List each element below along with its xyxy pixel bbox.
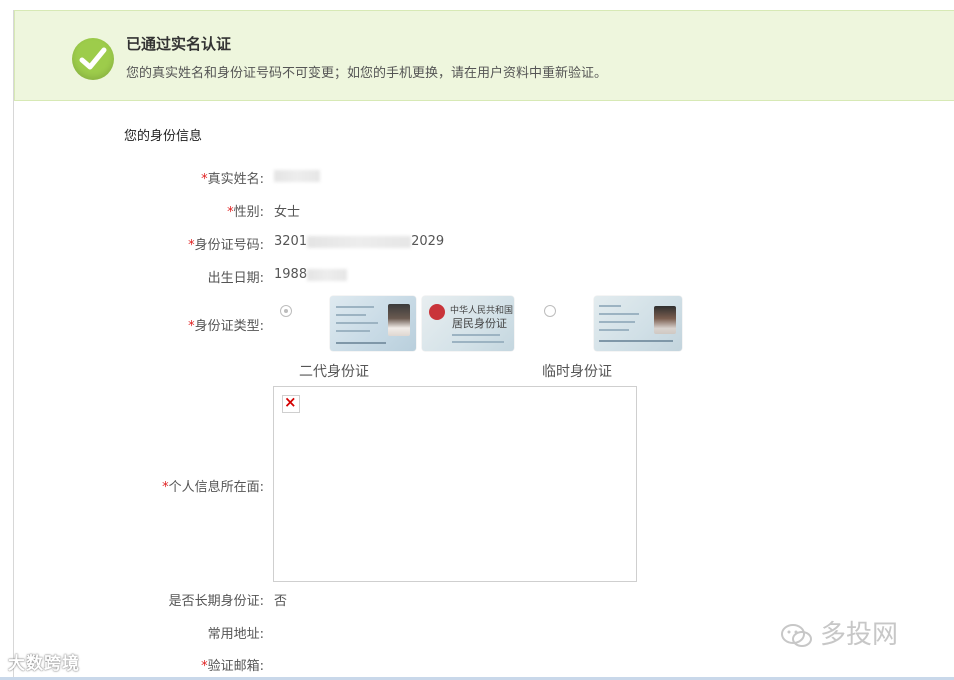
watermark-left: 大数跨境 (8, 654, 80, 674)
long-term-label: 是否长期身份证: (168, 594, 264, 609)
page-frame: 已通过实名认证 您的真实姓名和身份证号码不可变更；如您的手机更换，请在用户资料中… (13, 10, 954, 680)
wechat-icon (780, 623, 814, 649)
redacted-date (307, 268, 348, 281)
caption-temporary-id: 临时身份证 (542, 364, 612, 380)
id-number-value: 3201 2029 (274, 234, 445, 249)
section-title: 您的身份信息 (124, 129, 203, 144)
radio-second-gen-id[interactable] (280, 305, 292, 317)
birth-date-value: 1988 (274, 267, 348, 282)
caption-second-gen-id: 二代身份证 (299, 364, 369, 380)
long-term-value: 否 (274, 594, 288, 609)
id-front-label: *个人信息所在面: (162, 480, 264, 495)
id-number-label: *身份证号码: (188, 238, 264, 253)
gender-label: *性别: (227, 205, 264, 220)
watermark-right: 多投网 (780, 614, 898, 651)
banner-description: 您的真实姓名和身份证号码不可变更；如您的手机更换，请在用户资料中重新验证。 (126, 66, 608, 81)
id-front-image-box[interactable]: × (273, 386, 637, 582)
birth-date-label: 出生日期: (207, 271, 264, 286)
verification-banner: 已通过实名认证 您的真实姓名和身份证号码不可变更；如您的手机更换，请在用户资料中… (14, 10, 954, 101)
id-type-label: *身份证类型: (188, 319, 264, 334)
radio-temporary-id[interactable] (544, 305, 556, 317)
check-circle-icon (72, 38, 114, 80)
real-name-value (274, 168, 320, 183)
address-label: 常用地址: (207, 627, 264, 642)
id-card-back-image (330, 296, 416, 351)
id-card-front-image: 中华人民共和国 居民身份证 (422, 296, 514, 351)
broken-image-icon: × (282, 393, 300, 413)
real-name-label: *真实姓名: (201, 172, 264, 187)
banner-title: 已通过实名认证 (126, 35, 232, 53)
redacted-id (307, 235, 412, 248)
redacted-name (274, 169, 320, 182)
gender-value: 女士 (274, 205, 301, 220)
temp-id-card-image (594, 296, 682, 351)
